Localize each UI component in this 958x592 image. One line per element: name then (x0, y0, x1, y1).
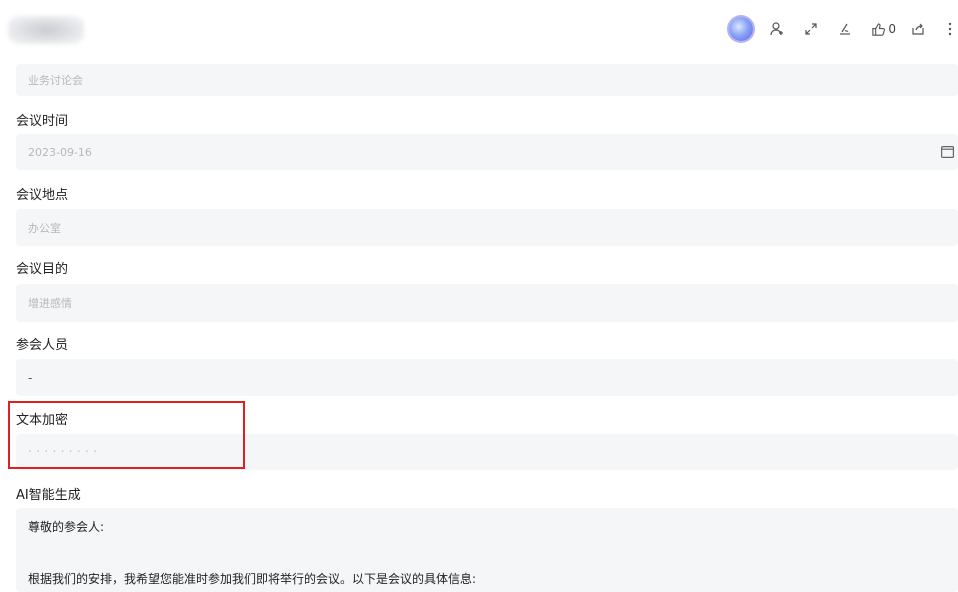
share-icon[interactable] (910, 16, 944, 42)
signature-icon[interactable] (837, 16, 871, 42)
top-bar: 0 (0, 0, 958, 62)
meeting-purpose-field[interactable]: 增进感情 (16, 284, 958, 322)
attendees-field[interactable]: - (16, 359, 958, 396)
meeting-name-field[interactable]: 业务讨论会 (16, 64, 958, 96)
attendees-value: - (28, 370, 33, 385)
like-button[interactable]: 0 (871, 22, 896, 37)
ai-generate-line-2: 根据我们的安排，我希望您能准时参加我们即将举行的会议。以下是会议的具体信息: (28, 572, 477, 587)
ai-generate-line-1: 尊敬的参会人: (28, 520, 105, 534)
ai-generate-label: AI智能生成 (16, 488, 81, 503)
ai-generate-field[interactable]: 尊敬的参会人: 根据我们的安排，我希望您能准时参加我们即将举行的会议。以下是会议… (16, 508, 958, 592)
meeting-time-label: 会议时间 (16, 114, 69, 129)
blurred-title (8, 16, 84, 44)
calendar-icon[interactable] (941, 146, 954, 158)
meeting-place-field[interactable]: 办公室 (16, 209, 958, 246)
attendees-label: 参会人员 (16, 338, 69, 353)
meeting-place-label: 会议地点 (16, 188, 69, 203)
user-add-icon[interactable] (769, 16, 803, 42)
highlight-box (8, 401, 245, 469)
thumbs-up-icon (872, 22, 886, 36)
meeting-time-field[interactable]: 2023-09-16 (16, 134, 958, 170)
more-icon[interactable] (944, 16, 956, 42)
avatar[interactable] (729, 17, 754, 41)
like-count: 0 (888, 22, 896, 36)
meeting-place-value: 办公室 (28, 221, 61, 235)
meeting-purpose-value: 增进感情 (28, 297, 72, 310)
meeting-purpose-label: 会议目的 (16, 262, 69, 277)
toolbar: 0 (729, 16, 958, 42)
meeting-name-value: 业务讨论会 (28, 74, 83, 87)
meeting-time-value: 2023-09-16 (28, 145, 92, 159)
expand-icon[interactable] (803, 16, 837, 42)
